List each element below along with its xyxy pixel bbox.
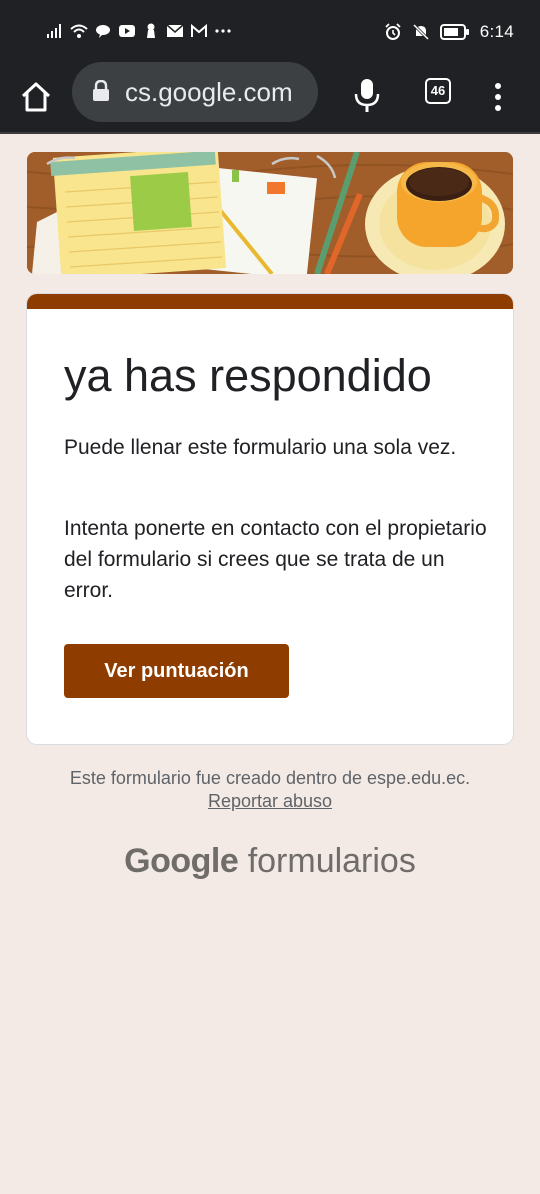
signal-icon bbox=[47, 24, 61, 38]
alarm-icon bbox=[385, 23, 401, 40]
status-left-icons bbox=[46, 22, 232, 40]
google-forms-logo: Google formularios bbox=[0, 842, 540, 881]
desk-illustration bbox=[27, 152, 513, 274]
clock-time: 6:14 bbox=[479, 22, 514, 41]
response-card: ya has respondido Puede llenar este form… bbox=[27, 294, 513, 744]
page-title: ya has respondido bbox=[64, 350, 432, 401]
single-response-message: Puede llenar este formulario una sola ve… bbox=[64, 436, 457, 459]
more-dots-icon bbox=[215, 29, 231, 33]
contact-owner-message: Intenta ponerte en contacto con el propi… bbox=[64, 517, 487, 602]
browser-toolbar: cs.google.com 46 bbox=[0, 62, 540, 134]
status-bar: 6:14 bbox=[0, 0, 540, 64]
wifi-icon bbox=[70, 24, 88, 38]
card-accent-bar bbox=[27, 294, 513, 309]
brand-product-text: formularios bbox=[247, 842, 416, 880]
overflow-menu-icon[interactable] bbox=[488, 78, 508, 116]
status-right-icons: 6:14 bbox=[384, 22, 514, 42]
brand-google-text: Google bbox=[124, 842, 239, 880]
mute-icon bbox=[412, 23, 429, 41]
address-bar[interactable]: cs.google.com bbox=[72, 62, 318, 122]
microphone-icon[interactable] bbox=[352, 76, 382, 116]
mail-icon bbox=[166, 24, 184, 37]
home-icon[interactable] bbox=[17, 78, 55, 116]
header-banner-image bbox=[27, 152, 513, 274]
chat-icon bbox=[96, 25, 110, 38]
keyhole-icon bbox=[147, 23, 155, 38]
lock-icon bbox=[93, 80, 109, 101]
report-abuse-container: Reportar abuso bbox=[0, 791, 540, 812]
form-origin-note: Este formulario fue creado dentro de esp… bbox=[69, 768, 471, 788]
url-text[interactable]: cs.google.com bbox=[125, 77, 293, 108]
gmail-icon bbox=[191, 23, 207, 37]
battery-icon bbox=[439, 24, 469, 40]
report-abuse-link[interactable]: Reportar abuso bbox=[208, 791, 332, 811]
tab-switcher-button[interactable]: 46 bbox=[425, 78, 451, 104]
view-score-button[interactable]: Ver puntuación bbox=[64, 644, 289, 698]
youtube-icon bbox=[119, 25, 135, 37]
